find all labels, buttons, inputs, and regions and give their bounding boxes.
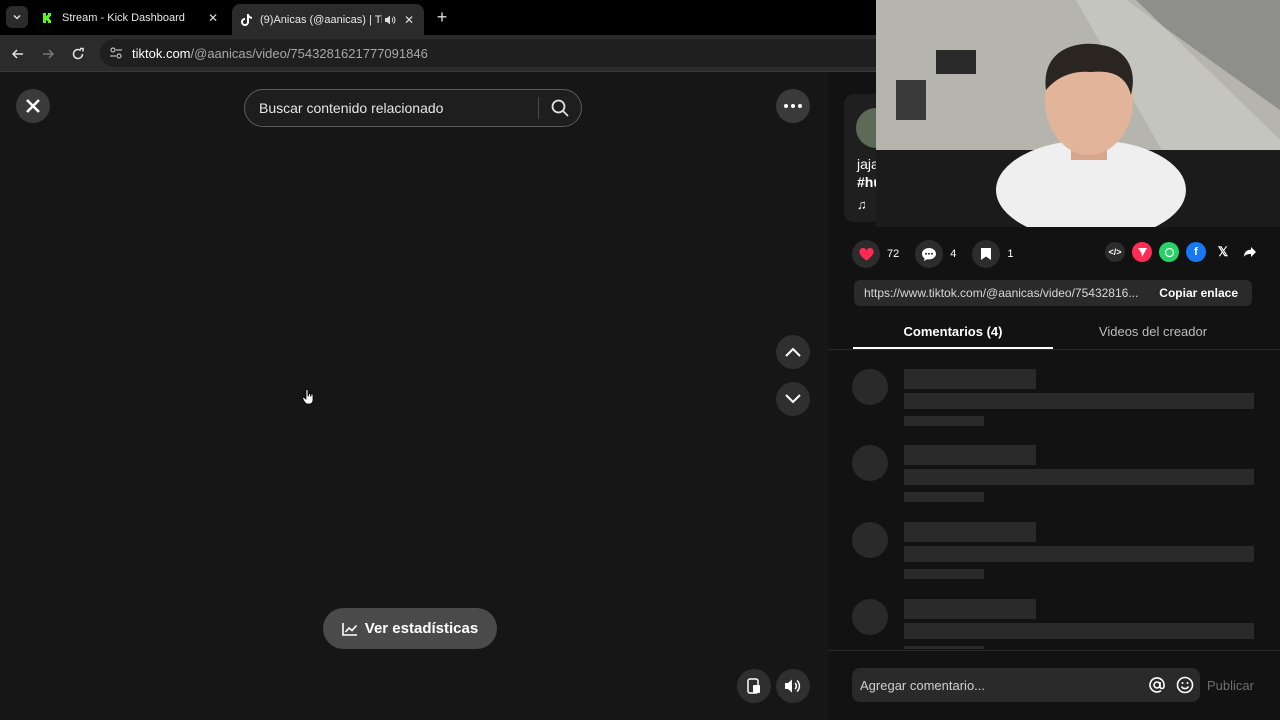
skeleton-line <box>904 469 1254 485</box>
comment-skeleton <box>852 599 1254 649</box>
mini-player-icon <box>747 678 760 694</box>
back-button[interactable] <box>7 43 29 65</box>
chevron-down-icon <box>785 394 801 404</box>
search-input[interactable]: Buscar contenido relacionado <box>245 100 538 116</box>
whatsapp-icon[interactable] <box>1159 242 1179 262</box>
share-arrow-icon[interactable] <box>1240 242 1260 262</box>
music-note-icon[interactable]: ♫ <box>857 197 867 212</box>
arrow-right-icon <box>43 49 55 59</box>
webcam-overlay <box>876 0 1280 227</box>
webcam-image <box>876 0 1280 227</box>
forward-button[interactable] <box>37 43 59 65</box>
previous-video-button[interactable] <box>776 335 810 369</box>
comment-skeleton <box>852 522 1254 592</box>
skeleton-avatar <box>852 522 888 558</box>
comment-skeleton <box>852 369 1254 439</box>
view-stats-label: Ver estadísticas <box>364 620 479 637</box>
hand-cursor-icon <box>302 389 314 410</box>
close-video-button[interactable] <box>16 89 50 123</box>
skeleton-line <box>904 369 1036 389</box>
skeleton-line <box>904 492 984 502</box>
publish-button[interactable]: Publicar <box>1207 678 1254 693</box>
panel-tabs: Comentarios (4) Videos del creador <box>853 315 1253 349</box>
tiktok-logo-icon <box>240 13 252 26</box>
tab-title: (9)Anicas (@aanicas) | TikTok <box>260 13 382 26</box>
comment-input[interactable]: Agregar comentario... <box>852 678 1144 693</box>
emoji-icon[interactable] <box>1172 676 1198 694</box>
skeleton-line <box>904 623 1254 639</box>
search-icon <box>551 99 569 117</box>
tab-tiktok[interactable]: (9)Anicas (@aanicas) | TikTok ✕ <box>232 4 424 35</box>
skeleton-avatar <box>852 369 888 405</box>
chart-line-icon <box>341 622 357 636</box>
skeleton-line <box>904 522 1036 542</box>
new-tab-button[interactable]: + <box>432 7 452 27</box>
share-link-bar: https://www.tiktok.com/@aanicas/video/75… <box>854 280 1252 306</box>
skeleton-line <box>904 416 984 426</box>
embed-code-icon[interactable]: </> <box>1105 242 1125 262</box>
like-count: 72 <box>887 248 900 260</box>
engagement-bar: 72 4 1 <box>852 240 1030 268</box>
reload-icon <box>72 47 84 60</box>
arrow-left-icon <box>11 49 23 59</box>
bookmark-icon <box>972 240 1001 268</box>
comment-input-box[interactable]: Agregar comentario... <box>852 668 1200 702</box>
skeleton-line <box>904 546 1254 562</box>
related-search[interactable]: Buscar contenido relacionado <box>244 89 582 127</box>
tab-search-button[interactable] <box>6 6 28 28</box>
skeleton-line <box>904 445 1036 465</box>
kick-logo-icon <box>42 12 54 24</box>
search-button[interactable] <box>539 99 581 117</box>
save-count: 1 <box>1007 248 1014 260</box>
comment-bubble-icon <box>915 240 944 268</box>
copy-link-button[interactable]: Copiar enlace <box>1149 286 1252 300</box>
skeleton-line <box>904 569 984 579</box>
share-options: </> f 𝕏 <box>1098 242 1260 262</box>
skeleton-avatar <box>852 445 888 481</box>
skeleton-line <box>904 393 1254 409</box>
comment-button[interactable]: 4 <box>915 240 956 268</box>
tab-title: Stream - Kick Dashboard <box>62 11 185 24</box>
floating-player-button[interactable] <box>737 669 771 703</box>
video-player[interactable]: Buscar contenido relacionado Ver estadís… <box>0 72 828 720</box>
next-video-button[interactable] <box>776 382 810 416</box>
skeleton-avatar <box>852 599 888 635</box>
save-button[interactable]: 1 <box>972 240 1014 268</box>
tab-creator-videos[interactable]: Videos del creador <box>1053 315 1253 349</box>
tab-close-icon[interactable]: ✕ <box>206 11 220 25</box>
divider <box>828 349 1280 350</box>
site-settings-icon[interactable] <box>108 45 124 61</box>
facebook-icon[interactable]: f <box>1186 242 1206 262</box>
send-paper-plane-icon[interactable] <box>1132 242 1152 262</box>
tab-close-icon[interactable]: ✕ <box>402 13 416 27</box>
speaker-icon[interactable] <box>384 14 398 26</box>
x-logo-icon[interactable]: 𝕏 <box>1213 242 1233 262</box>
more-dots-icon <box>784 104 802 108</box>
like-button[interactable]: 72 <box>852 240 899 268</box>
url-path: /@aanicas/video/7543281621777091846 <box>190 45 428 61</box>
chevron-down-icon <box>13 14 21 20</box>
comment-count: 4 <box>950 248 957 260</box>
address-bar[interactable]: tiktok.com/@aanicas/video/75432816217770… <box>100 39 890 67</box>
heart-icon <box>852 240 880 268</box>
mention-icon[interactable] <box>1144 676 1170 694</box>
volume-button[interactable] <box>776 669 810 703</box>
share-link-text[interactable]: https://www.tiktok.com/@aanicas/video/75… <box>854 286 1149 300</box>
reload-button[interactable] <box>67 43 89 65</box>
close-icon <box>26 99 40 113</box>
skeleton-line <box>904 646 984 649</box>
more-options-button[interactable] <box>776 89 810 123</box>
url-text: tiktok.com/@aanicas/video/75432816217770… <box>132 46 428 61</box>
speaker-icon <box>785 679 801 693</box>
tab-kick-dashboard[interactable]: Stream - Kick Dashboard ✕ <box>34 4 228 31</box>
divider <box>828 650 1280 651</box>
view-stats-button[interactable]: Ver estadísticas <box>323 608 497 649</box>
tab-comments[interactable]: Comentarios (4) <box>853 315 1053 349</box>
chevron-up-icon <box>785 347 801 357</box>
url-host: tiktok.com <box>132 45 191 61</box>
comment-skeleton <box>852 445 1254 515</box>
skeleton-line <box>904 599 1036 619</box>
